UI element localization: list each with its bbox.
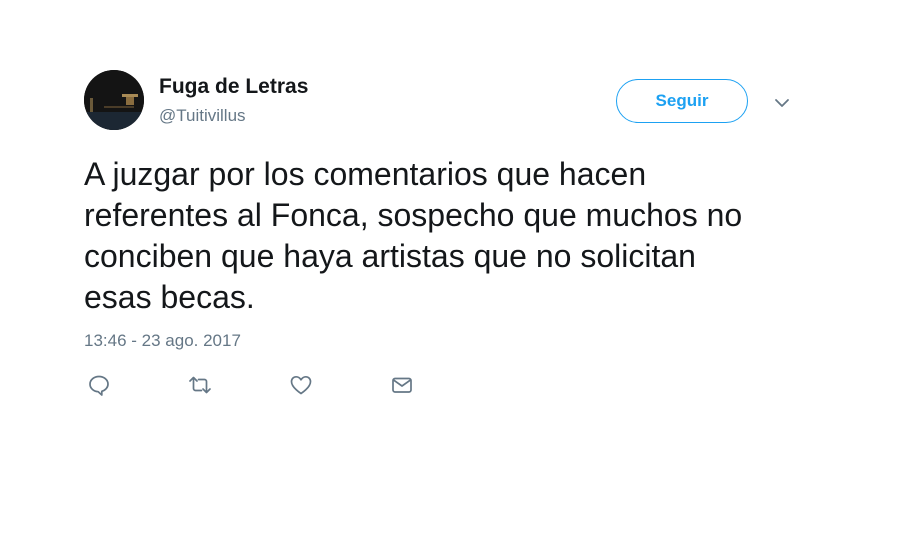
follow-button[interactable]: Seguir [616, 79, 748, 123]
tweet-text-line: esas becas. [84, 279, 255, 315]
author-handle[interactable]: @Tuitivillus [159, 105, 246, 127]
tweet-card: Fuga de Letras @Tuitivillus Seguir A juz… [0, 0, 900, 554]
author-display-name[interactable]: Fuga de Letras [159, 74, 308, 100]
tweet-text: A juzgar por los comentarios que hacen r… [84, 154, 844, 318]
tweet-text-line: A juzgar por los comentarios que hacen [84, 156, 647, 192]
tweet-timestamp[interactable]: 13:46 - 23 ago. 2017 [84, 330, 241, 352]
tweet-text-line: conciben que haya artistas que no solici… [84, 238, 696, 274]
chevron-down-icon[interactable] [772, 93, 792, 113]
reply-icon[interactable] [86, 372, 112, 398]
like-icon[interactable] [288, 372, 314, 398]
tweet-text-line: referentes al Fonca, sospecho que muchos… [84, 197, 743, 233]
direct-message-icon[interactable] [389, 372, 415, 398]
retweet-icon[interactable] [187, 372, 213, 398]
avatar[interactable] [84, 70, 144, 130]
